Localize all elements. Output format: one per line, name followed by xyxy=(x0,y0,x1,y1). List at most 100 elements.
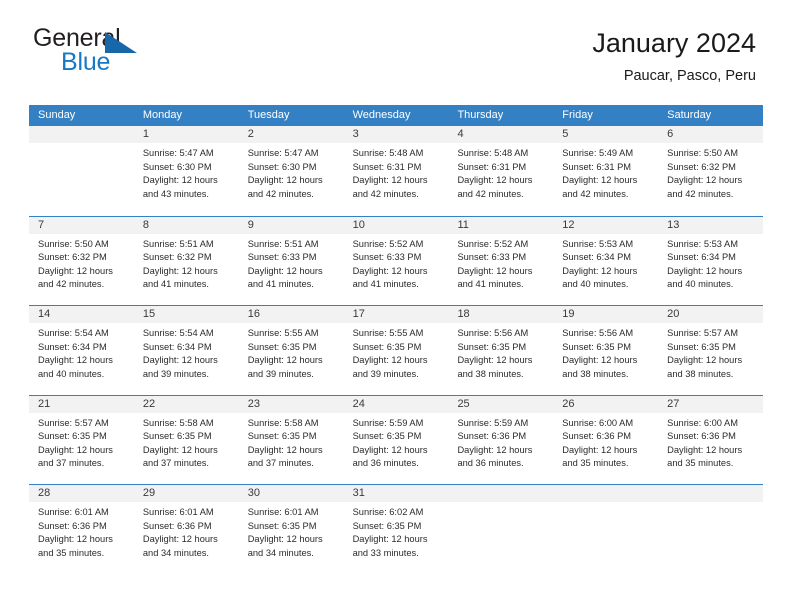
calendar-day-cell[interactable]: 25 Sunrise: 5:59 AM Sunset: 6:36 PM Dayligh… xyxy=(448,395,554,484)
calendar-day-cell[interactable]: 22 Sunrise: 5:58 AM Sunset: 6:35 PM Dayligh… xyxy=(133,395,239,484)
day-sun-info: Sunrise: 5:52 AM Sunset: 6:33 PM Daylight:… xyxy=(344,234,449,292)
day-sun-info: Sunrise: 6:00 AM Sunset: 6:36 PM Daylight:… xyxy=(553,413,658,471)
weekday-header-thursday: Thursday xyxy=(457,109,504,121)
calendar-day-cell[interactable]: 9 Sunrise: 5:51 AM Sunset: 6:33 PM Daylight… xyxy=(238,216,344,305)
day-info-line: and 42 minutes. xyxy=(457,188,524,199)
day-info-line: Daylight: 12 hours xyxy=(142,175,218,186)
page-title: January 2024 xyxy=(592,28,756,58)
day-number: 7 xyxy=(29,216,134,234)
day-info-line: Sunrise: 5:49 AM xyxy=(562,148,634,158)
day-sun-info: Sunrise: 5:56 AM Sunset: 6:35 PM Daylight:… xyxy=(553,323,658,381)
day-sun-info: Sunrise: 5:57 AM Sunset: 6:35 PM Daylight:… xyxy=(29,413,134,471)
calendar-day-cell[interactable]: 27 Sunrise: 6:00 AM Sunset: 6:36 PM Dayligh… xyxy=(658,395,764,484)
day-info-line: and 36 minutes. xyxy=(352,458,419,469)
day-info-line: and 37 minutes. xyxy=(142,458,210,469)
title-block: January 2024 Paucar, Pasco, Peru xyxy=(592,26,756,85)
day-info-line: Sunset: 6:34 PM xyxy=(562,252,632,263)
calendar-day-cell[interactable]: 1 Sunrise: 5:47 AM Sunset: 6:30 PM Daylight… xyxy=(133,126,239,216)
calendar-day-cell[interactable]: 8 Sunrise: 5:51 AM Sunset: 6:32 PM Daylight… xyxy=(133,216,239,305)
day-info-line: Sunrise: 5:54 AM xyxy=(142,328,214,338)
day-info-line: Sunset: 6:33 PM xyxy=(352,252,422,263)
day-sun-info: Sunrise: 6:02 AM Sunset: 6:35 PM Daylight:… xyxy=(344,502,449,560)
calendar-day-cell[interactable]: 16 Sunrise: 5:55 AM Sunset: 6:35 PM Dayligh… xyxy=(238,306,344,395)
day-info-line: Sunset: 6:31 PM xyxy=(562,161,632,172)
day-info-line: Daylight: 12 hours xyxy=(38,355,113,366)
calendar-week-row: 1 Sunrise: 5:47 AM Sunset: 6:30 PM Daylight… xyxy=(29,126,764,216)
day-sun-info: Sunrise: 5:53 AM Sunset: 6:34 PM Daylight:… xyxy=(658,234,763,292)
day-info-line: and 42 minutes. xyxy=(352,188,419,199)
calendar-day-cell[interactable]: 12 Sunrise: 5:53 AM Sunset: 6:34 PM Dayligh… xyxy=(553,216,659,305)
day-number: 21 xyxy=(29,395,134,413)
day-info-line: and 38 minutes. xyxy=(562,368,629,379)
day-number: 17 xyxy=(343,306,449,323)
calendar-day-cell[interactable]: 30 Sunrise: 6:01 AM Sunset: 6:35 PM Dayligh… xyxy=(238,485,344,574)
day-info-line: Sunset: 6:32 PM xyxy=(38,252,107,263)
day-number: 4 xyxy=(448,126,554,143)
calendar-day-cell[interactable]: 6 Sunrise: 5:50 AM Sunset: 6:32 PM Daylight… xyxy=(658,126,764,216)
calendar-day-cell[interactable]: 26 Sunrise: 6:00 AM Sunset: 6:36 PM Dayligh… xyxy=(553,395,659,484)
day-number: 10 xyxy=(343,216,449,234)
calendar-day-cell[interactable]: 11 Sunrise: 5:52 AM Sunset: 6:33 PM Dayligh… xyxy=(448,216,554,305)
calendar-day-cell[interactable]: 20 Sunrise: 5:57 AM Sunset: 6:35 PM Dayligh… xyxy=(658,306,764,395)
day-info-line: Sunset: 6:35 PM xyxy=(352,520,422,531)
calendar-day-cell[interactable]: 2 Sunrise: 5:47 AM Sunset: 6:30 PM Daylight… xyxy=(238,126,344,216)
calendar-day-cell[interactable]: 17 Sunrise: 5:55 AM Sunset: 6:35 PM Dayligh… xyxy=(343,306,449,395)
day-info-line: Sunrise: 5:50 AM xyxy=(667,148,738,158)
day-info-line: Daylight: 12 hours xyxy=(457,265,533,276)
calendar-day-cell[interactable]: 4 Sunrise: 5:48 AM Sunset: 6:31 PM Daylight… xyxy=(448,126,554,216)
day-info-line: Sunrise: 5:52 AM xyxy=(457,238,529,249)
calendar-day-cell[interactable]: 14 Sunrise: 5:54 AM Sunset: 6:34 PM Dayligh… xyxy=(29,306,134,395)
day-number: 19 xyxy=(553,306,659,323)
day-number: 15 xyxy=(133,306,239,323)
calendar-day-cell[interactable]: 19 Sunrise: 5:56 AM Sunset: 6:35 PM Dayligh… xyxy=(553,306,659,395)
day-info-line: and 39 minutes. xyxy=(352,368,419,379)
calendar-week-row: 14 Sunrise: 5:54 AM Sunset: 6:34 PM Dayligh… xyxy=(29,305,764,395)
calendar-day-cell[interactable]: 23 Sunrise: 5:58 AM Sunset: 6:35 PM Dayligh… xyxy=(238,395,344,484)
calendar-day-cell[interactable]: 10 Sunrise: 5:52 AM Sunset: 6:33 PM Dayligh… xyxy=(343,216,449,305)
day-info-line: Sunrise: 5:59 AM xyxy=(352,417,424,428)
day-info-line: Daylight: 12 hours xyxy=(38,265,113,276)
calendar-day-cell[interactable]: 7 Sunrise: 5:50 AM Sunset: 6:32 PM Daylight… xyxy=(29,216,134,305)
day-info-line: Sunset: 6:30 PM xyxy=(247,161,317,172)
calendar-day-cell[interactable]: 31 Sunrise: 6:02 AM Sunset: 6:35 PM Dayligh… xyxy=(343,485,449,574)
calendar-day-cell[interactable]: 28 Sunrise: 6:01 AM Sunset: 6:36 PM Dayligh… xyxy=(29,485,134,574)
day-info-line: Sunrise: 5:57 AM xyxy=(667,328,738,338)
calendar-day-cell[interactable]: 24 Sunrise: 5:59 AM Sunset: 6:35 PM Dayligh… xyxy=(343,395,449,484)
day-info-line: Sunrise: 5:50 AM xyxy=(38,238,109,249)
weekday-header-monday: Monday xyxy=(142,109,182,121)
day-sun-info: Sunrise: 6:00 AM Sunset: 6:36 PM Daylight:… xyxy=(658,413,763,471)
day-number: 9 xyxy=(238,216,344,234)
day-info-line: and 43 minutes. xyxy=(142,188,210,199)
brand-logo[interactable]: General Blue xyxy=(33,26,145,75)
day-number: 18 xyxy=(448,306,554,323)
day-info-line: Sunset: 6:35 PM xyxy=(457,341,527,352)
calendar-day-cell[interactable]: 18 Sunrise: 5:56 AM Sunset: 6:35 PM Dayligh… xyxy=(448,306,554,395)
day-info-line: Sunset: 6:35 PM xyxy=(38,431,107,442)
day-info-line: Daylight: 12 hours xyxy=(457,444,533,455)
calendar-day-cell[interactable]: 21 Sunrise: 5:57 AM Sunset: 6:35 PM Dayligh… xyxy=(29,395,134,484)
calendar-day-cell[interactable]: 3 Sunrise: 5:48 AM Sunset: 6:31 PM Daylight… xyxy=(343,126,449,216)
day-info-line: Daylight: 12 hours xyxy=(667,355,743,366)
day-info-line: Sunset: 6:35 PM xyxy=(142,431,212,442)
day-info-line: and 41 minutes. xyxy=(457,279,524,290)
day-number: 6 xyxy=(658,126,764,143)
day-sun-info: Sunrise: 5:48 AM Sunset: 6:31 PM Daylight:… xyxy=(344,143,449,201)
day-info-line: Sunrise: 5:55 AM xyxy=(247,328,319,338)
calendar-day-cell[interactable]: 15 Sunrise: 5:54 AM Sunset: 6:34 PM Dayligh… xyxy=(133,306,239,395)
day-info-line: and 39 minutes. xyxy=(247,368,314,379)
day-info-line: Daylight: 12 hours xyxy=(247,175,323,186)
day-info-line: and 38 minutes. xyxy=(667,368,734,379)
calendar-day-cell[interactable]: 13 Sunrise: 5:53 AM Sunset: 6:34 PM Dayligh… xyxy=(658,216,764,305)
calendar-day-cell-empty xyxy=(29,126,134,216)
day-info-line: Sunset: 6:34 PM xyxy=(38,341,107,352)
day-info-line: Sunset: 6:36 PM xyxy=(562,431,632,442)
day-info-line: Daylight: 12 hours xyxy=(667,265,743,276)
calendar-day-cell[interactable]: 29 Sunrise: 6:01 AM Sunset: 6:36 PM Dayligh… xyxy=(133,485,239,574)
calendar-day-cell[interactable]: 5 Sunrise: 5:49 AM Sunset: 6:31 PM Daylight… xyxy=(553,126,659,216)
day-number: 27 xyxy=(658,395,764,413)
day-info-line: and 42 minutes. xyxy=(667,188,734,199)
calendar-day-cell-empty xyxy=(658,485,764,574)
weekday-header-tuesday: Tuesday xyxy=(247,109,290,121)
weekday-header-saturday: Saturday xyxy=(667,109,712,121)
day-info-line: Sunrise: 5:52 AM xyxy=(352,238,424,249)
